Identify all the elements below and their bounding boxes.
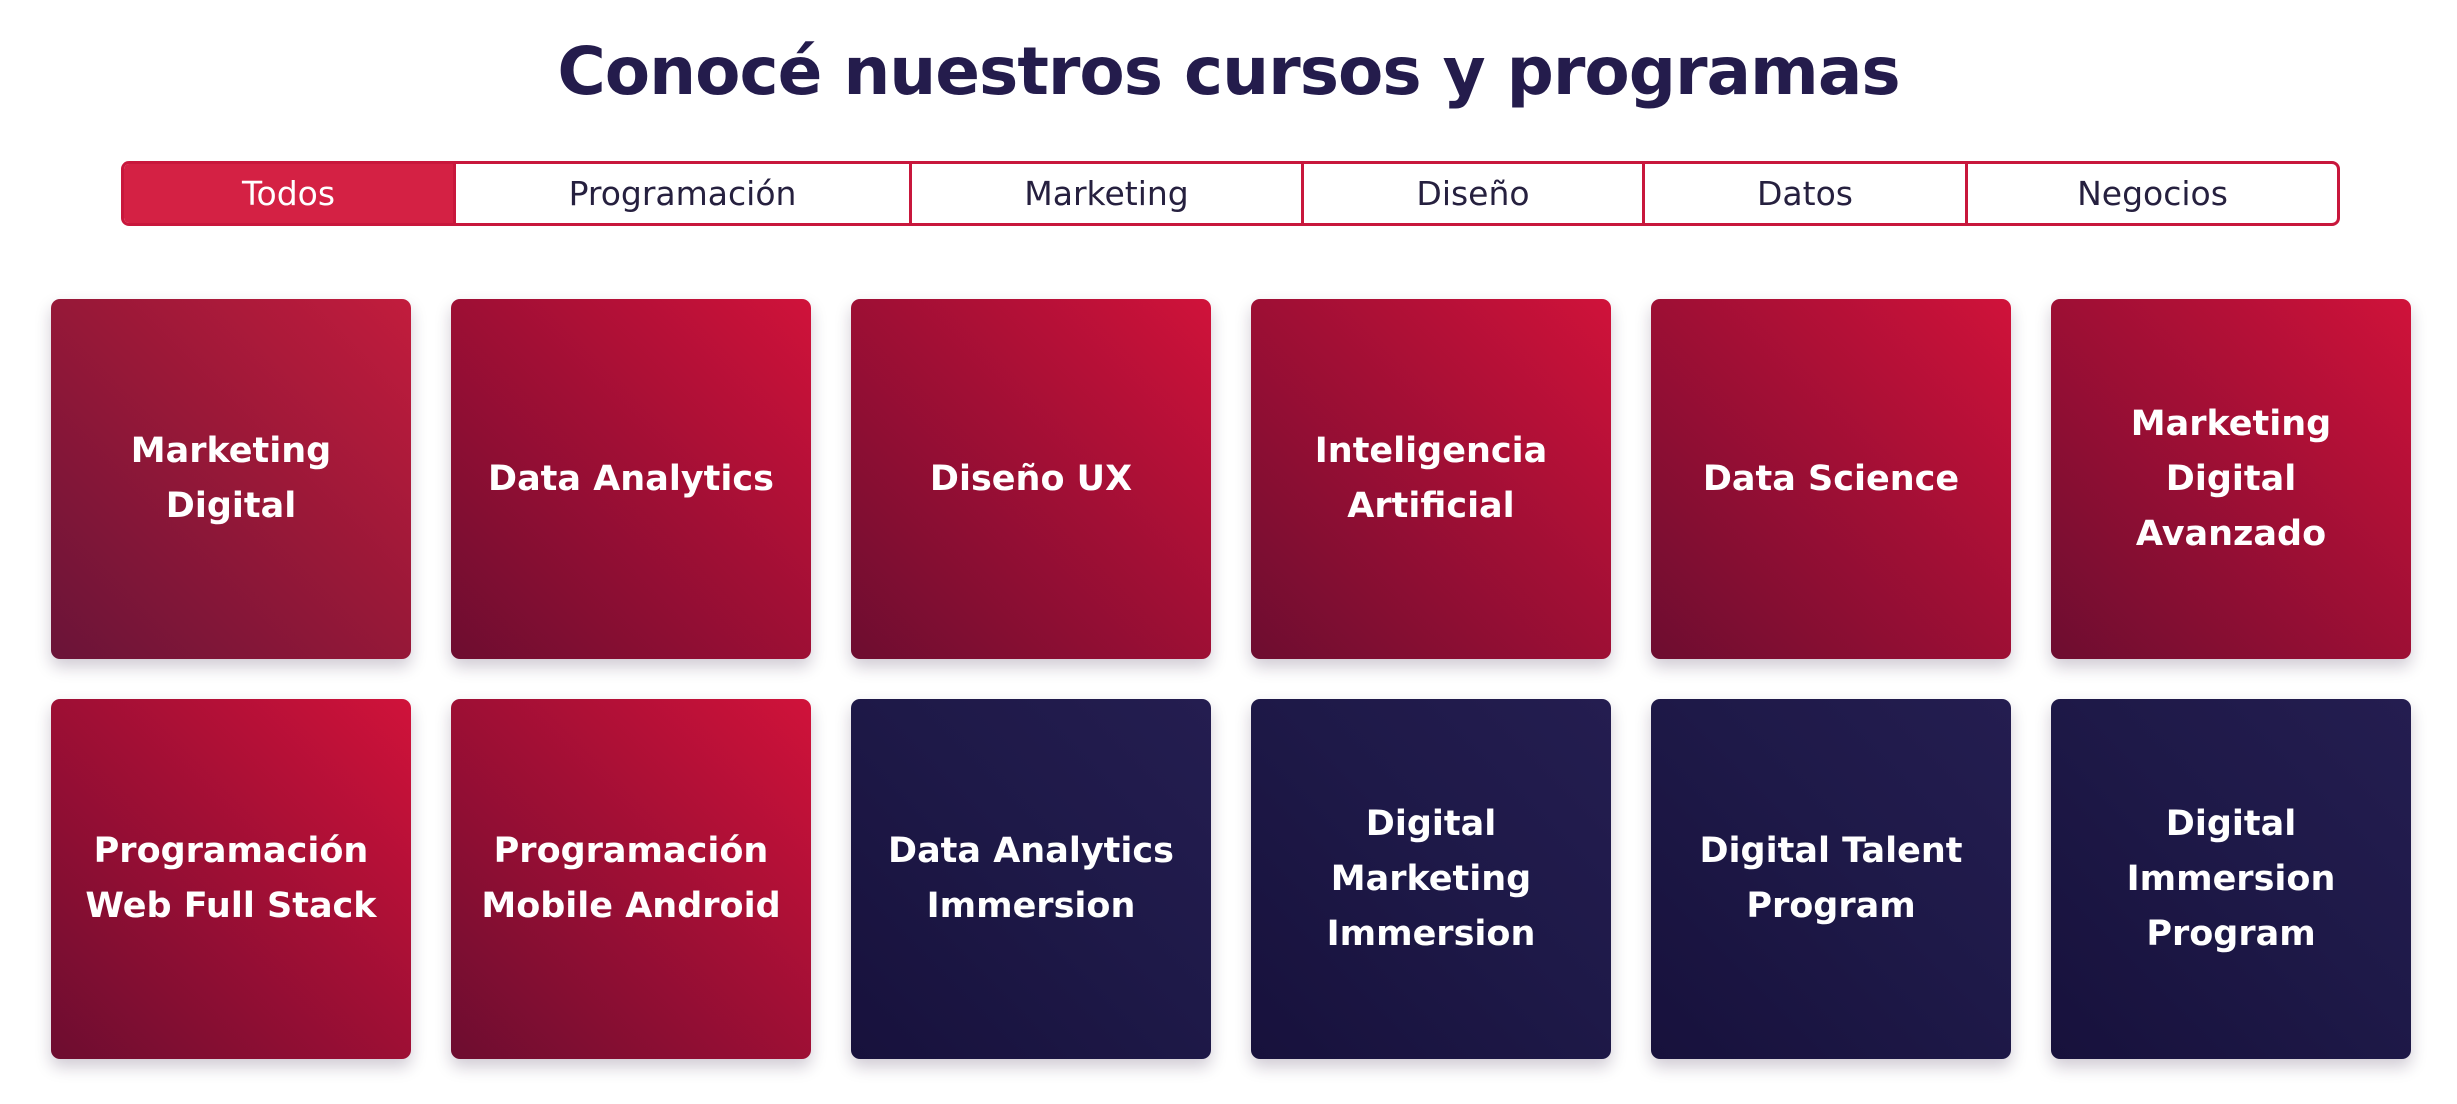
course-card-data-science[interactable]: Data Science — [1651, 299, 2011, 659]
course-card-label: Marketing Digital Avanzado — [2130, 403, 2332, 554]
course-card-label: Digital Marketing Immersion — [1326, 803, 1536, 954]
course-card-marketing-digital-avanzado[interactable]: Marketing Digital Avanzado — [2051, 299, 2411, 659]
tab-programacion[interactable]: Programación — [453, 164, 909, 223]
tab-datos[interactable]: Datos — [1642, 164, 1965, 223]
course-card-label: Diseño UX — [929, 458, 1133, 499]
course-card-label: Data Analytics — [488, 458, 774, 499]
course-grid: Marketing Digital Data Analytics Diseño … — [51, 299, 2411, 1059]
course-card-label: Digital Talent Program — [1699, 831, 1963, 926]
category-tabs: Todos Programación Marketing Diseño Dato… — [121, 161, 2340, 226]
course-card-label: Data Science — [1702, 458, 1960, 499]
course-card-digital-talent-program[interactable]: Digital Talent Program — [1651, 699, 2011, 1059]
tab-negocios[interactable]: Negocios — [1965, 164, 2337, 223]
course-card-label: Programación Mobile Android — [481, 831, 781, 926]
page-title: Conocé nuestros cursos y programas — [557, 33, 1900, 110]
course-card-digital-marketing-immersion[interactable]: Digital Marketing Immersion — [1251, 699, 1611, 1059]
course-card-digital-immersion-program[interactable]: Digital Immersion Program — [2051, 699, 2411, 1059]
course-card-programacion-mobile-android[interactable]: Programación Mobile Android — [451, 699, 811, 1059]
course-card-diseno-ux[interactable]: Diseño UX — [851, 299, 1211, 659]
tab-todos[interactable]: Todos — [124, 164, 453, 223]
course-card-label: Marketing Digital — [130, 431, 332, 526]
courses-section: Conocé nuestros cursos y programas Todos… — [0, 0, 2457, 1104]
course-card-label: Inteligencia Artificial — [1314, 431, 1548, 526]
tab-diseno[interactable]: Diseño — [1301, 164, 1642, 223]
tab-marketing[interactable]: Marketing — [909, 164, 1301, 223]
course-card-label: Digital Immersion Program — [2126, 803, 2336, 954]
course-card-inteligencia-artificial[interactable]: Inteligencia Artificial — [1251, 299, 1611, 659]
course-card-label: Programación Web Full Stack — [85, 831, 377, 926]
course-card-marketing-digital[interactable]: Marketing Digital — [51, 299, 411, 659]
course-card-programacion-web-full-stack[interactable]: Programación Web Full Stack — [51, 699, 411, 1059]
course-card-data-analytics-immersion[interactable]: Data Analytics Immersion — [851, 699, 1211, 1059]
course-card-label: Data Analytics Immersion — [888, 831, 1174, 926]
course-card-data-analytics[interactable]: Data Analytics — [451, 299, 811, 659]
